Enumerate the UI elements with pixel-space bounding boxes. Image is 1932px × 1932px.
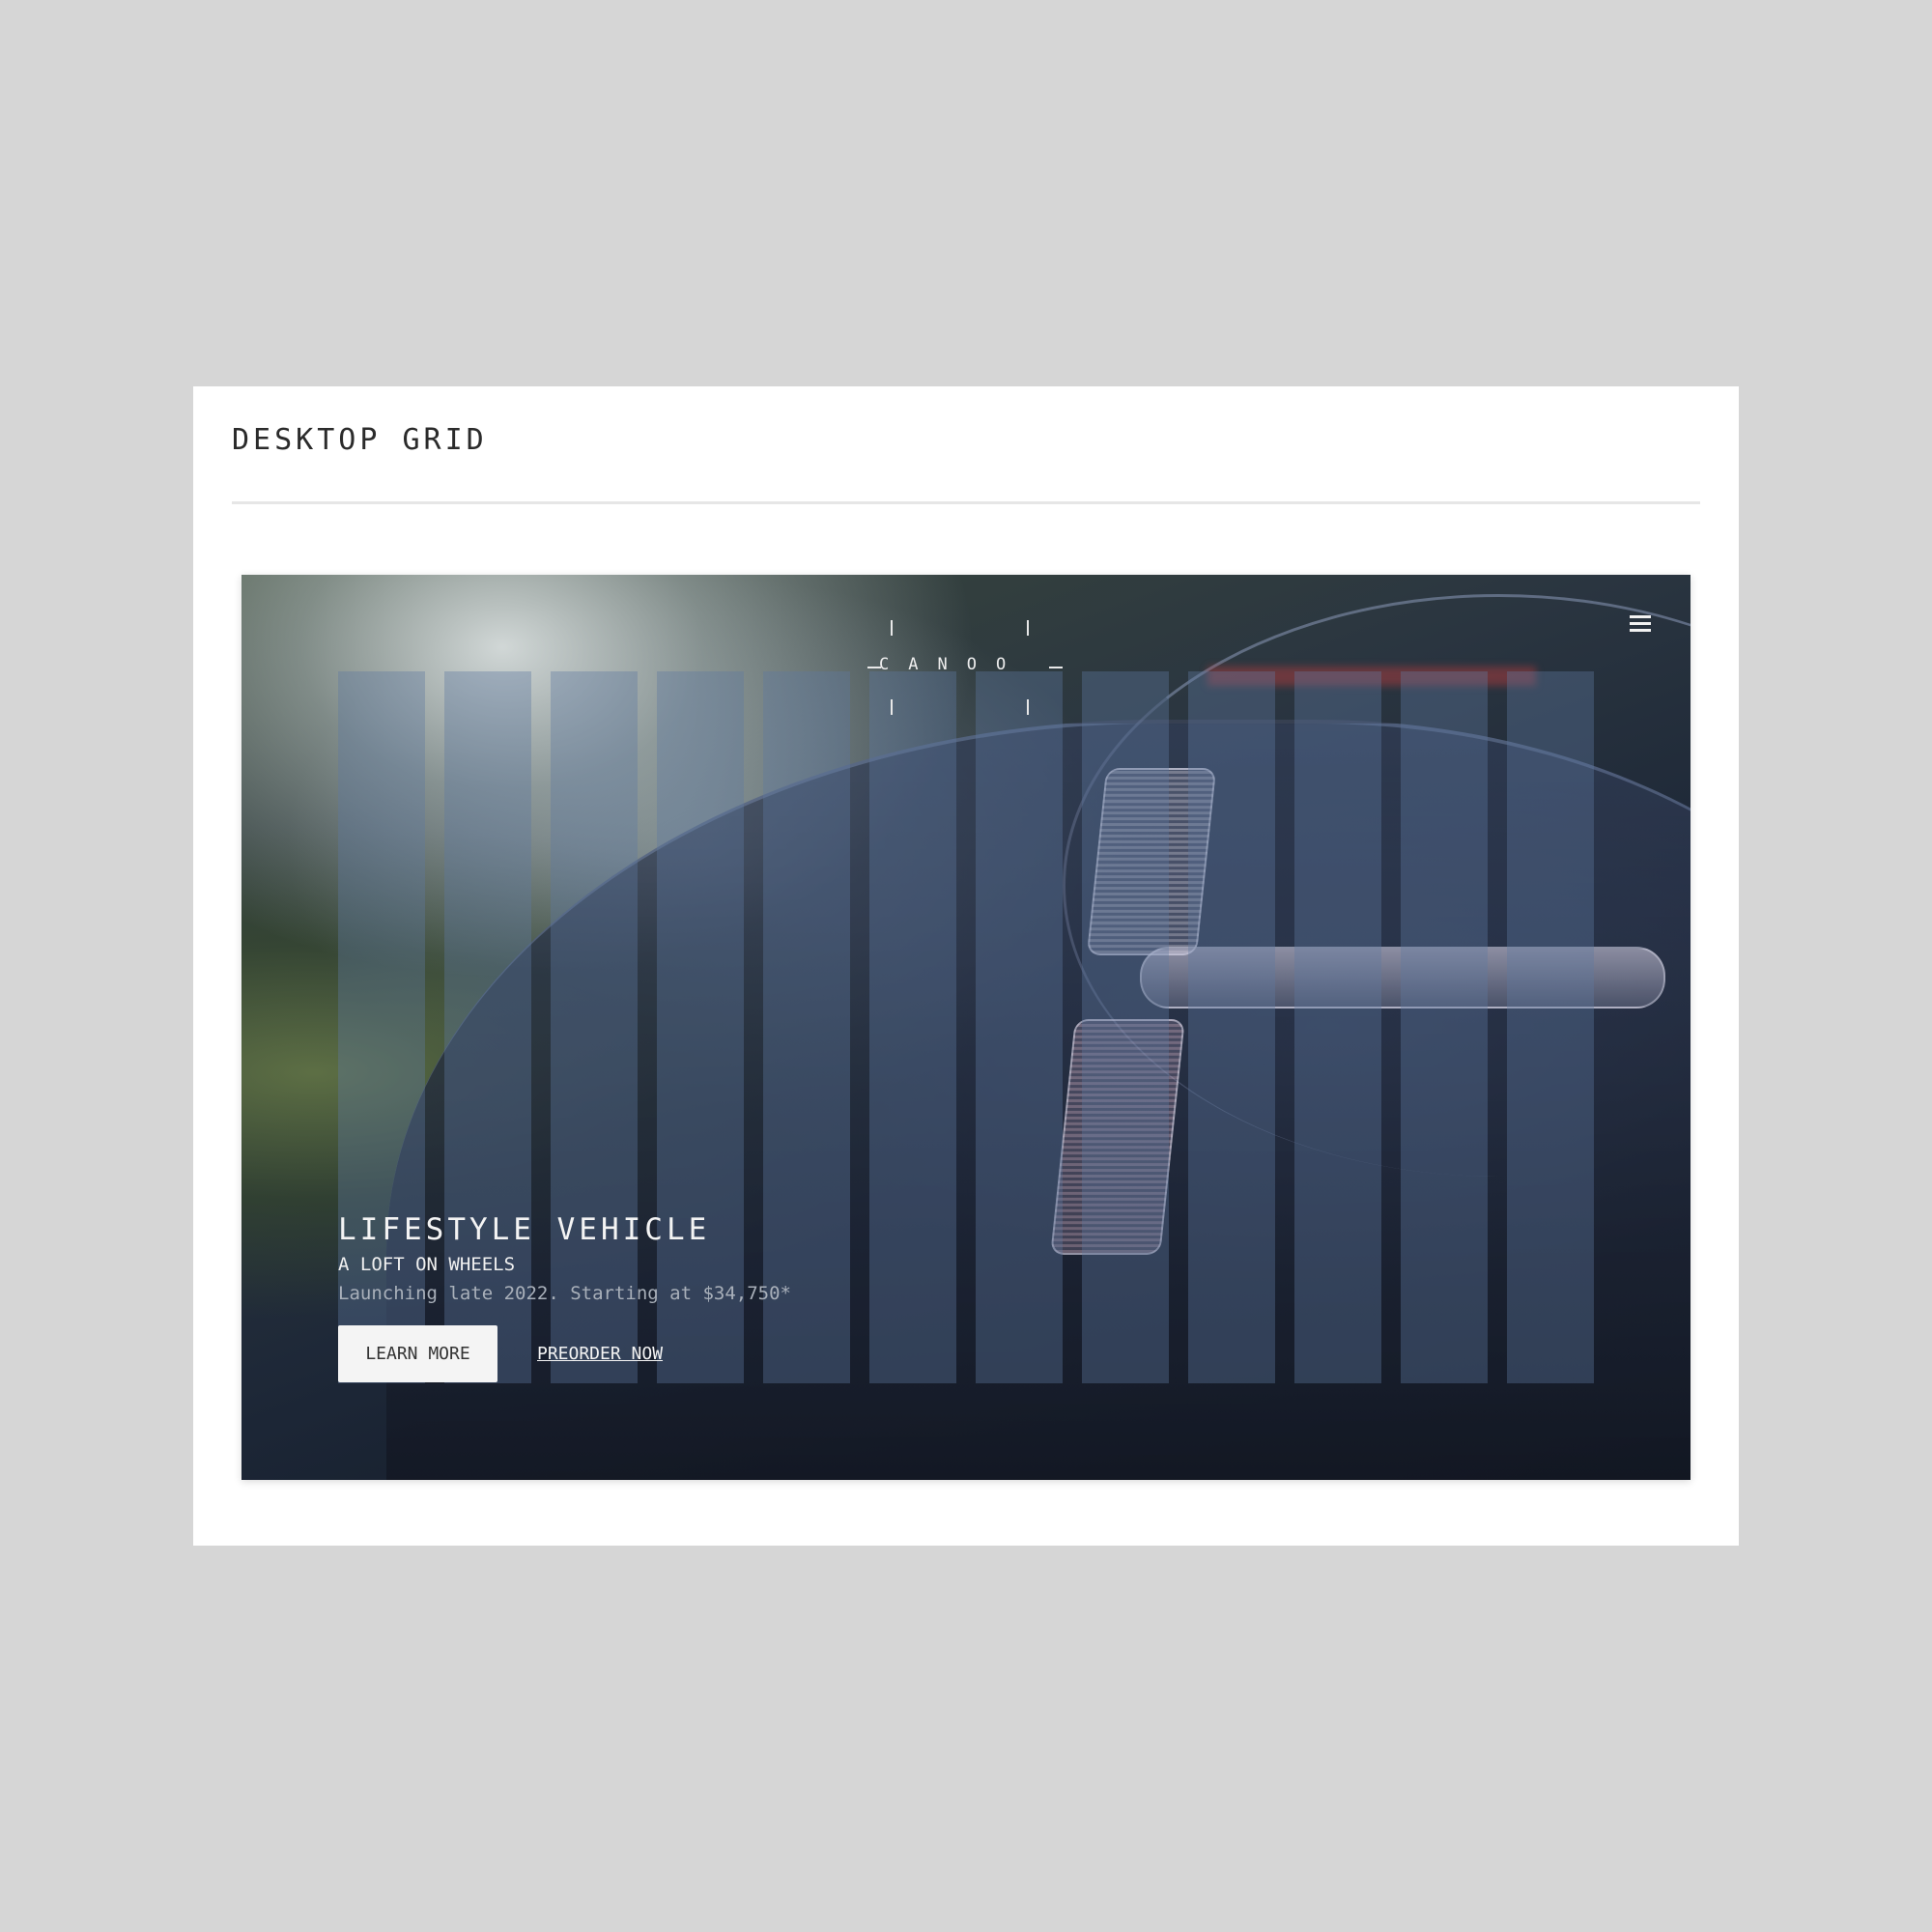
grid-column <box>1401 671 1488 1383</box>
grid-column <box>1507 671 1594 1383</box>
preorder-now-link[interactable]: PREORDER NOW <box>537 1344 663 1364</box>
logo-dash <box>1049 667 1063 668</box>
canoo-logo[interactable]: CANOO <box>867 618 1063 715</box>
hero-preview: CANOO LIFESTYLE VEHICLE A LOFT ON WHEELS… <box>242 575 1690 1480</box>
logo-tick <box>1027 699 1029 715</box>
hero-description: Launching late 2022. Starting at $34,750… <box>338 1283 791 1304</box>
menu-icon-bar <box>1630 615 1651 618</box>
hero-actions: LEARN MORE PREORDER NOW <box>338 1325 663 1382</box>
logo-tick <box>891 699 893 715</box>
desktop-grid-card: DESKTOP GRID CANOO LIFESTYLE VEHICLE A L… <box>193 386 1739 1546</box>
menu-icon-bar <box>1630 622 1651 625</box>
hamburger-menu-icon[interactable] <box>1630 613 1651 633</box>
learn-more-button[interactable]: LEARN MORE <box>338 1325 497 1382</box>
menu-icon-bar <box>1630 629 1651 632</box>
hero-copy: LIFESTYLE VEHICLE A LOFT ON WHEELS Launc… <box>338 1212 1208 1305</box>
hero-title: LIFESTYLE VEHICLE <box>338 1212 711 1247</box>
logo-text: CANOO <box>879 655 1026 674</box>
hero-subtitle: A LOFT ON WHEELS <box>338 1254 516 1275</box>
logo-tick <box>891 620 893 636</box>
logo-tick <box>1027 620 1029 636</box>
title-divider <box>232 501 1700 504</box>
grid-column <box>1294 671 1381 1383</box>
section-title: DESKTOP GRID <box>232 423 488 457</box>
